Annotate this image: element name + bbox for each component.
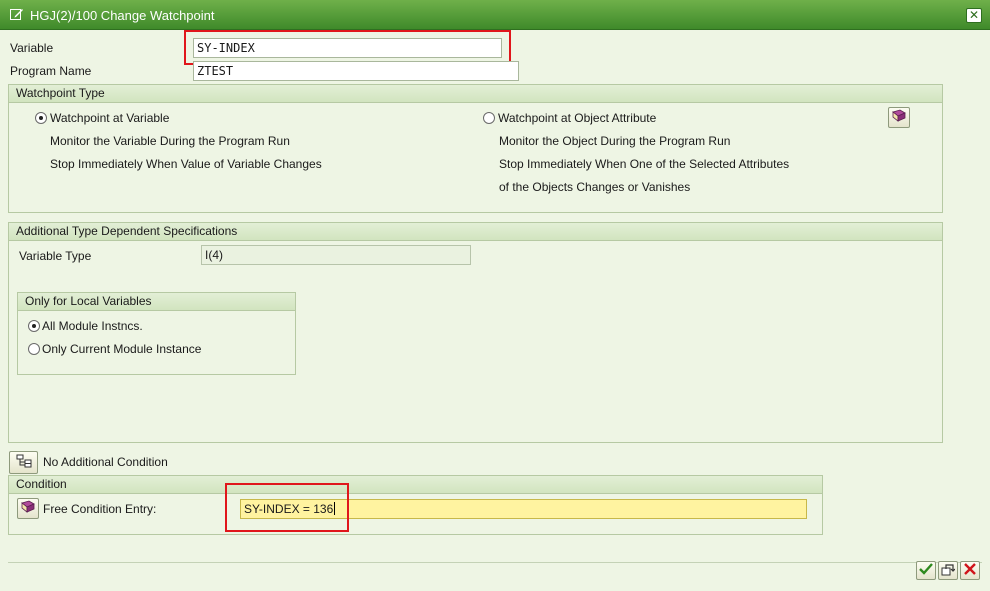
program-input[interactable]: ZTEST: [193, 61, 519, 81]
undo-button[interactable]: [938, 561, 958, 580]
title-bar: HGJ(2)/100 Change Watchpoint ✕: [0, 0, 990, 30]
program-value: ZTEST: [197, 64, 234, 78]
additional-spec-group: Additional Type Dependent Specifications…: [8, 222, 943, 443]
attribute-select-button[interactable]: [888, 107, 910, 128]
checkmark-icon: [919, 563, 933, 578]
additional-spec-header: Additional Type Dependent Specifications: [9, 223, 942, 241]
close-icon[interactable]: ✕: [966, 8, 982, 23]
watchpoint-variable-desc1: Monitor the Variable During the Program …: [50, 134, 290, 148]
radio-watchpoint-variable[interactable]: [35, 112, 47, 124]
condition-toggle-button[interactable]: [9, 451, 38, 474]
watchpoint-object-desc3: of the Objects Changes or Vanishes: [499, 180, 691, 194]
condition-header: Condition: [9, 476, 822, 494]
hierarchy-icon: [16, 454, 32, 471]
watchpoint-type-header: Watchpoint Type: [9, 85, 942, 103]
radio-all-module-instances[interactable]: [28, 320, 40, 332]
local-variables-group: Only for Local Variables All Module Inst…: [17, 292, 296, 375]
highlight-variable: [184, 30, 511, 65]
watchpoint-object-desc2: Stop Immediately When One of the Selecte…: [499, 157, 790, 171]
all-module-instances-label[interactable]: All Module Instncs.: [42, 319, 143, 333]
radio-current-module-instance[interactable]: [28, 343, 40, 355]
cancel-x-icon: [964, 563, 976, 578]
local-variables-header: Only for Local Variables: [18, 293, 295, 311]
watchpoint-type-group: Watchpoint Type Watchpoint at Variable M…: [8, 84, 943, 213]
footer-separator: [8, 562, 982, 563]
book-icon: [20, 500, 36, 517]
radio-watchpoint-object[interactable]: [483, 112, 495, 124]
program-label: Program Name: [10, 64, 92, 78]
undo-icon: [941, 563, 956, 579]
edit-window-icon: [10, 8, 24, 21]
variable-type-field: I(4): [201, 245, 471, 265]
free-condition-label: Free Condition Entry:: [43, 502, 157, 516]
cancel-button[interactable]: [960, 561, 980, 580]
condition-toggle-label: No Additional Condition: [43, 455, 168, 469]
highlight-condition: [225, 483, 349, 532]
current-module-instance-label[interactable]: Only Current Module Instance: [42, 342, 201, 356]
variable-type-value: I(4): [205, 248, 223, 262]
condition-editor-button[interactable]: [17, 498, 39, 519]
confirm-button[interactable]: [916, 561, 936, 580]
watchpoint-object-desc1: Monitor the Object During the Program Ru…: [499, 134, 731, 148]
window-title: HGJ(2)/100 Change Watchpoint: [30, 8, 215, 23]
condition-group: Condition Free Condition Entry: SY-INDEX…: [8, 475, 823, 535]
book-icon: [891, 109, 907, 126]
variable-label: Variable: [10, 41, 54, 55]
watchpoint-variable-label[interactable]: Watchpoint at Variable: [50, 111, 169, 125]
watchpoint-object-label[interactable]: Watchpoint at Object Attribute: [498, 111, 656, 125]
watchpoint-variable-desc2: Stop Immediately When Value of Variable …: [50, 157, 322, 171]
variable-type-label: Variable Type: [19, 249, 92, 263]
